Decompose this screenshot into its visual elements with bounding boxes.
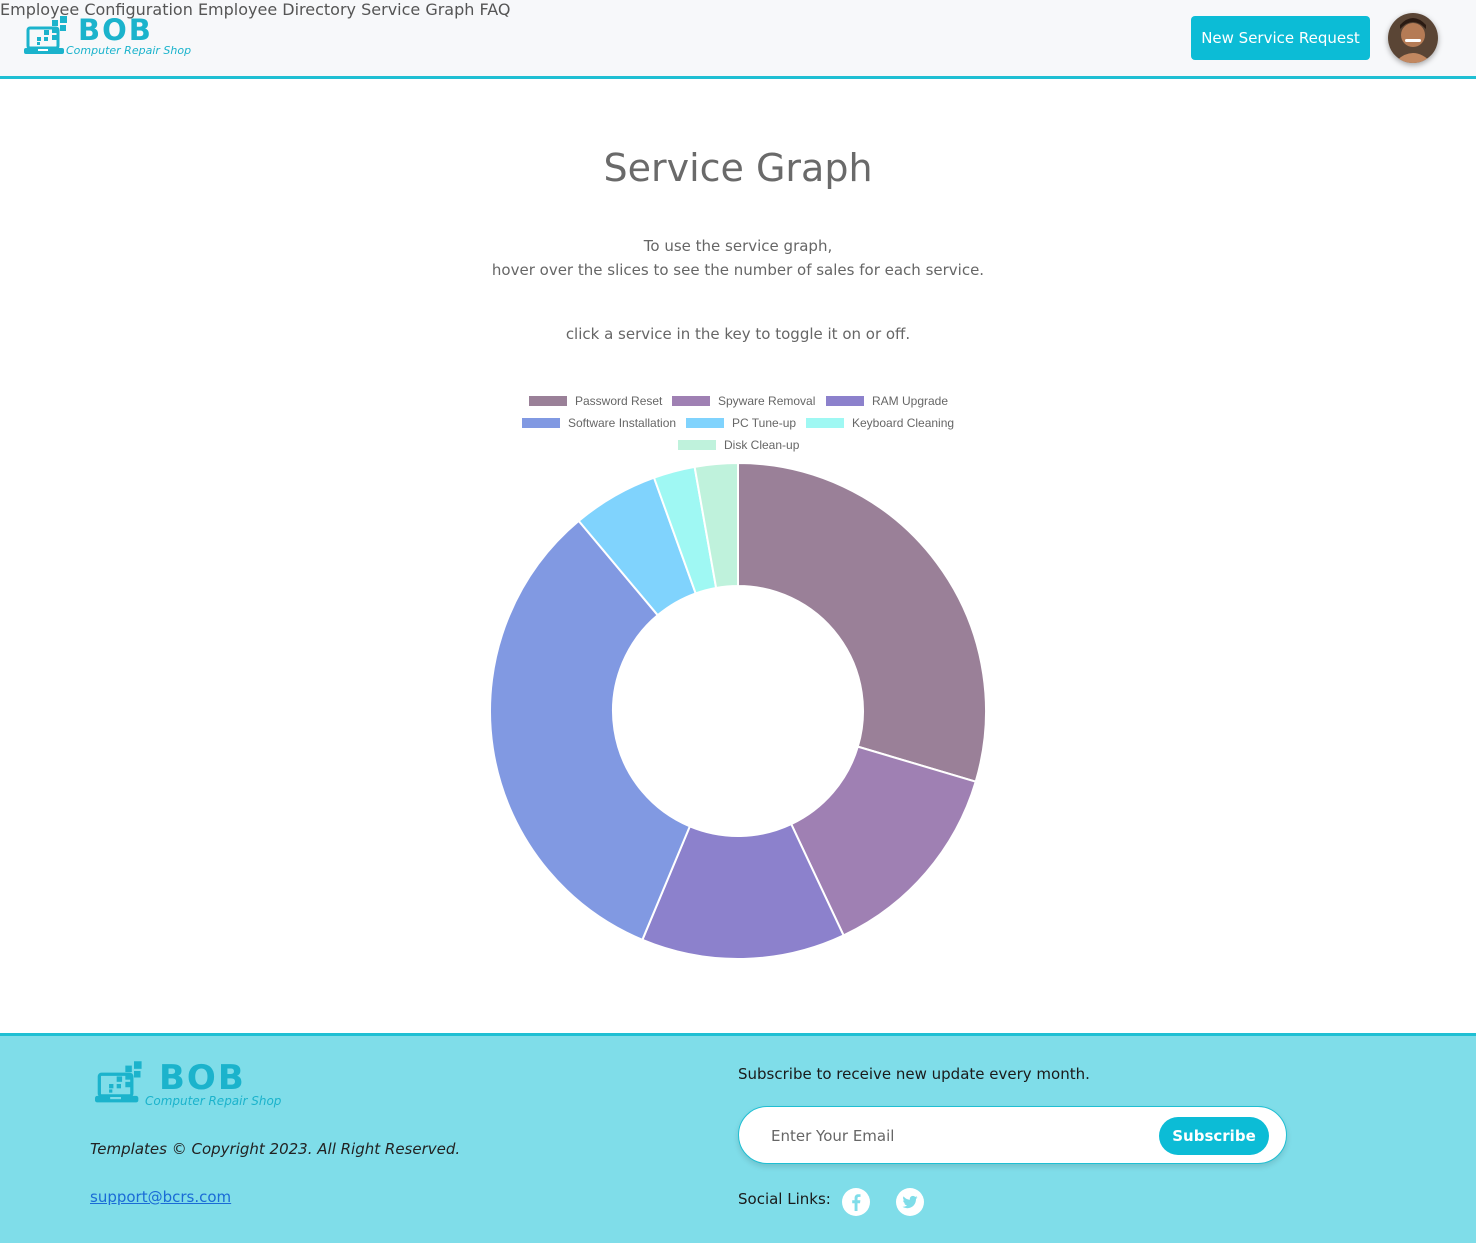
legend-label: PC Tune-up <box>732 416 797 430</box>
legend-item-software-installation[interactable]: Software Installation <box>522 416 676 430</box>
legend-label: Spyware Removal <box>718 394 816 408</box>
laptop-logo-icon <box>95 1061 142 1103</box>
instructions-line-2: hover over the slices to see the number … <box>491 261 985 279</box>
facebook-icon[interactable] <box>841 1187 871 1217</box>
new-service-request-button[interactable]: New Service Request <box>1191 16 1370 60</box>
legend-swatch <box>678 440 716 450</box>
social-links-label: Social Links: <box>738 1190 831 1208</box>
legend-swatch <box>522 418 560 428</box>
footer-brand-name: BOB <box>159 1058 246 1098</box>
nav-service-graph[interactable]: Service Graph <box>361 0 474 19</box>
email-input[interactable] <box>769 1107 1153 1165</box>
legend-item-spyware-removal[interactable]: Spyware Removal <box>672 394 815 408</box>
laptop-logo-icon <box>24 16 67 54</box>
legend-item-disk-clean-up[interactable]: Disk Clean-up <box>678 438 799 452</box>
footer-brand-tagline: Computer Repair Shop <box>145 1094 282 1108</box>
brand-name: BOB <box>78 13 153 47</box>
legend-label: Password Reset <box>575 394 663 408</box>
legend-swatch <box>826 396 864 406</box>
top-navbar: BOB Computer Repair Shop Employee Config… <box>0 0 1476 79</box>
footer: BOB Computer Repair Shop Templates © Cop… <box>0 1033 1476 1243</box>
user-avatar[interactable] <box>1388 13 1438 63</box>
subscribe-heading: Subscribe to receive new update every mo… <box>738 1065 1090 1083</box>
legend-label: Keyboard Cleaning <box>852 416 955 430</box>
support-email-link[interactable]: support@bcrs.com <box>90 1188 231 1206</box>
legend-item-keyboard-cleaning[interactable]: Keyboard Cleaning <box>806 416 954 430</box>
legend-item-pc-tune-up[interactable]: PC Tune-up <box>686 416 796 430</box>
legend-label: RAM Upgrade <box>872 394 949 408</box>
subscribe-button[interactable]: Subscribe <box>1159 1117 1269 1155</box>
legend-swatch <box>686 418 724 428</box>
avatar-icon <box>1388 13 1438 63</box>
nav-faq[interactable]: FAQ <box>480 0 511 19</box>
legend-item-ram-upgrade[interactable]: RAM Upgrade <box>826 394 948 408</box>
subscribe-form: Subscribe <box>738 1106 1287 1165</box>
legend-label: Disk Clean-up <box>724 438 800 452</box>
donut-slice-password-reset[interactable] <box>737 461 987 783</box>
legend-label: Software Installation <box>568 416 677 430</box>
copyright-text: Templates © Copyright 2023. All Right Re… <box>90 1140 461 1158</box>
instructions-line-3: click a service in the key to toggle it … <box>565 325 911 343</box>
nav-employee-directory[interactable]: Employee Directory <box>198 0 356 19</box>
instructions-line-1: To use the service graph, <box>643 237 833 255</box>
brand-tagline: Computer Repair Shop <box>66 44 192 57</box>
page-title: Service Graph <box>603 146 873 190</box>
legend-item-password-reset[interactable]: Password Reset <box>529 394 662 408</box>
legend-swatch <box>672 396 710 406</box>
legend-swatch <box>806 418 844 428</box>
service-donut-chart <box>489 461 987 960</box>
legend-swatch <box>529 396 567 406</box>
twitter-icon[interactable] <box>895 1187 925 1217</box>
